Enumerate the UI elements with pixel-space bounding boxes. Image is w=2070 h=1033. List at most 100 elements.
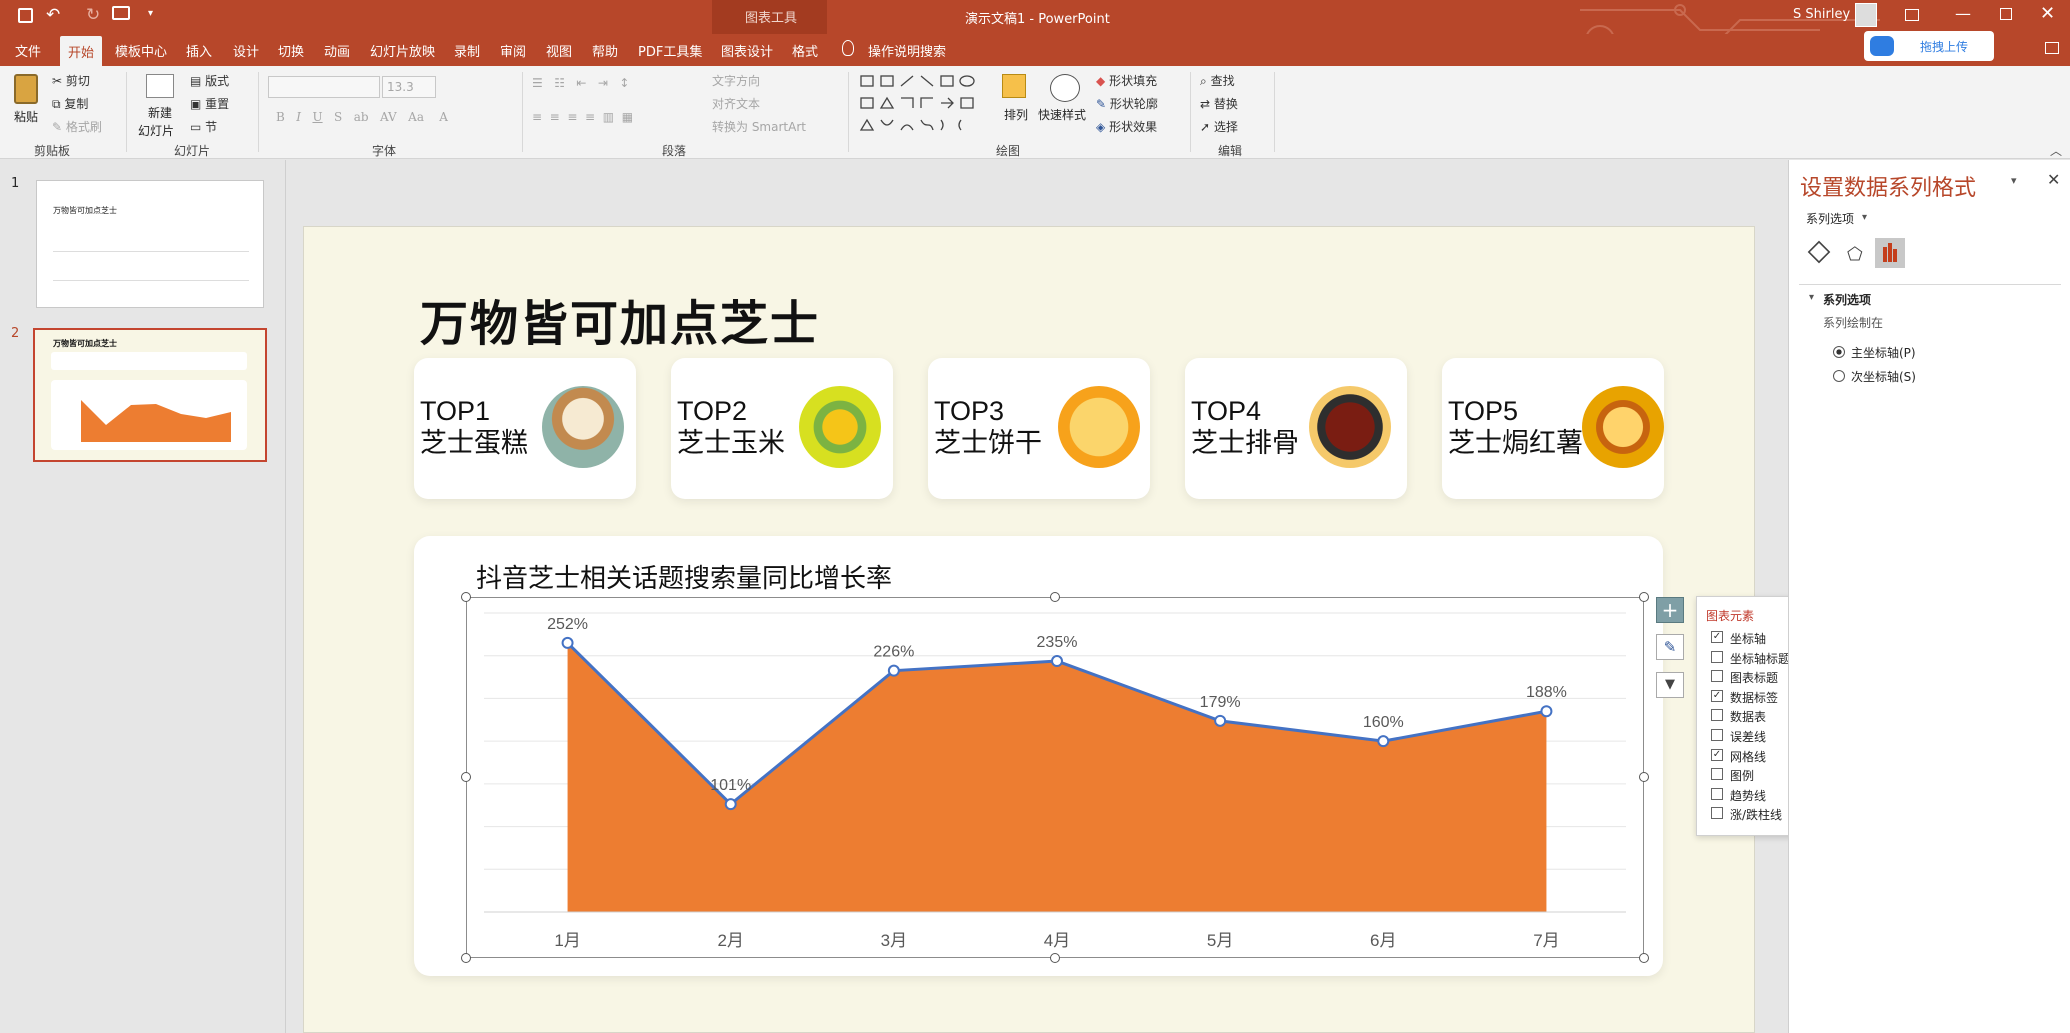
section-button[interactable]: ▭ 节 [190,118,217,135]
data-label[interactable]: 252% [547,616,588,633]
cut-button[interactable]: ✂ 剪切 [52,72,90,89]
chart-title[interactable]: 抖音芝士相关话题搜索量同比增长率 [476,558,892,595]
pane-options-icon[interactable]: ▾ [2011,174,2017,187]
paste-button[interactable]: 粘贴 [10,72,44,138]
align-text-button[interactable]: 对齐文本 [712,95,760,112]
secondary-axis-label[interactable]: 次坐标轴(S) [1851,368,1916,385]
smartart-button[interactable]: 转换为 SmartArt [712,118,806,135]
top-card-4[interactable]: TOP4 芝士排骨 [1185,358,1407,499]
chart-element-checkbox[interactable] [1711,670,1723,683]
tab-help[interactable]: 帮助 [592,41,618,60]
tab-slideshow[interactable]: 幻灯片放映 [370,41,435,60]
tab-animations[interactable]: 动画 [324,41,350,60]
chart-element-checkbox[interactable] [1711,650,1723,663]
data-point[interactable] [1540,705,1553,718]
restore-button[interactable] [2000,8,2012,20]
effects-pentagon-icon[interactable]: ⬠ [1847,244,1863,265]
shapes-gallery[interactable] [858,72,986,134]
collapse-ribbon-icon[interactable]: ︿ [2050,142,2062,159]
data-label[interactable]: 179% [1200,694,1241,711]
font-size-select[interactable]: 13.3 [382,76,436,98]
tab-file[interactable]: 文件 [15,41,41,60]
thumbnail-slide-2[interactable]: 万物皆可加点芝士 [33,328,267,462]
data-label[interactable]: 160% [1363,714,1404,731]
resize-handle-bl[interactable] [461,953,471,963]
replace-button[interactable]: ⇄ 替换 [1200,95,1238,112]
chart-element-label[interactable]: 数据标签 [1730,689,1778,706]
fill-line-icon[interactable] [1807,240,1831,264]
chart-element-checkbox[interactable]: ✓ [1711,631,1723,643]
primary-axis-label[interactable]: 主坐标轴(P) [1851,344,1916,361]
resize-handle-ml[interactable] [461,772,471,782]
chart-filters-button[interactable]: ▼ [1656,672,1684,698]
font-style-buttons[interactable]: B I U S ab AV Aa A [276,110,448,124]
chart-element-checkbox[interactable]: ✓ [1711,689,1723,702]
quick-styles-button[interactable]: 快速样式 [1038,72,1090,138]
data-label[interactable]: 235% [1037,634,1078,651]
tab-record[interactable]: 录制 [454,41,480,60]
chart-element-checkbox[interactable]: ✓ [1711,748,1723,761]
resize-handle-tm[interactable] [1050,592,1060,602]
series-options-dropdown[interactable]: 系列选项 [1806,210,1854,227]
data-point[interactable] [1377,735,1390,748]
chart-element-label[interactable]: 坐标轴 [1730,630,1766,647]
resize-handle-br[interactable] [1639,953,1649,963]
top-card-5[interactable]: TOP5 芝士焗红薯 [1442,358,1664,499]
font-family-select[interactable] [268,76,380,98]
arrange-button[interactable]: 排列 [998,72,1034,138]
chart-styles-button[interactable]: ✎ [1656,634,1684,660]
list-buttons[interactable]: ☰ ☷ ⇤ ⇥ ↕ [532,76,629,90]
chart-element-label[interactable]: 图例 [1730,767,1754,784]
top-card-1[interactable]: TOP1 芝士蛋糕 [414,358,636,499]
tab-design[interactable]: 设计 [233,41,259,60]
user-name[interactable]: S Shirley [1793,7,1850,22]
data-point[interactable] [724,798,737,811]
data-label[interactable]: 226% [873,644,914,661]
tell-me-search[interactable]: 操作说明搜索 [868,41,946,60]
tab-pdf[interactable]: PDF工具集 [638,41,702,60]
close-window-button[interactable]: ✕ [2040,3,2055,24]
data-point[interactable] [1051,655,1063,668]
resize-handle-bm[interactable] [1050,953,1060,963]
avatar[interactable] [1855,3,1877,27]
find-button[interactable]: ⌕ 查找 [1200,72,1235,89]
text-direction-button[interactable]: 文字方向 [712,72,760,89]
top-card-2[interactable]: TOP2 芝士玉米 [671,358,893,499]
layout-button[interactable]: ▤ 版式 [190,72,229,89]
area-chart[interactable]: 252% 1月 101% 2月 226% 3月 235% 4月 179% 5月 160% 6月 188%… [466,597,1644,958]
upload-button[interactable]: 拖拽上传 [1864,31,1994,61]
data-point[interactable] [561,636,574,649]
tab-templates[interactable]: 模板中心 [115,41,167,60]
data-point[interactable] [887,664,900,677]
thumbnail-slide-1[interactable]: 万物皆可加点芝士 [36,180,264,308]
data-point[interactable] [1214,714,1227,727]
data-label[interactable]: 101% [710,777,751,794]
top-card-3[interactable]: TOP3 芝士饼干 [928,358,1150,499]
shape-outline-button[interactable]: ✎ 形状轮廓 [1096,95,1158,112]
resize-handle-tr[interactable] [1639,592,1649,602]
minimize-button[interactable]: — [1955,4,1971,23]
save-icon[interactable] [18,8,33,23]
slide-title[interactable]: 万物皆可加点芝士 [420,284,820,354]
shape-fill-button[interactable]: ◆ 形状填充 [1096,72,1157,89]
align-buttons[interactable]: ≡ ≡ ≡ ≡ ▥ ▦ [532,110,633,124]
chart-element-label[interactable]: 涨/跌柱线 [1730,806,1782,823]
present-icon[interactable] [112,6,130,20]
customize-qat-icon[interactable]: ▾ [148,8,153,19]
tab-home[interactable]: 开始 [60,36,103,66]
resize-handle-tl[interactable] [461,592,471,602]
tab-view[interactable]: 视图 [546,41,572,60]
chart-element-checkbox[interactable] [1711,807,1723,820]
redo-icon[interactable]: ↻ [86,5,100,25]
tab-transitions[interactable]: 切换 [278,41,304,60]
chart-element-checkbox[interactable] [1711,768,1723,781]
pane-close-button[interactable]: ✕ [2047,170,2060,189]
series-options-section[interactable]: 系列选项 [1823,291,1871,308]
new-slide-button[interactable]: 新建 幻灯片 [134,72,184,138]
undo-icon[interactable]: ↶ [46,5,60,25]
chart-element-label[interactable]: 坐标轴标题 [1730,650,1790,667]
series-options-icon[interactable] [1875,238,1905,268]
tab-format[interactable]: 格式 [792,41,818,60]
chart-element-label[interactable]: 数据表 [1730,708,1766,725]
section-collapse-icon[interactable]: ▾ [1809,292,1814,303]
